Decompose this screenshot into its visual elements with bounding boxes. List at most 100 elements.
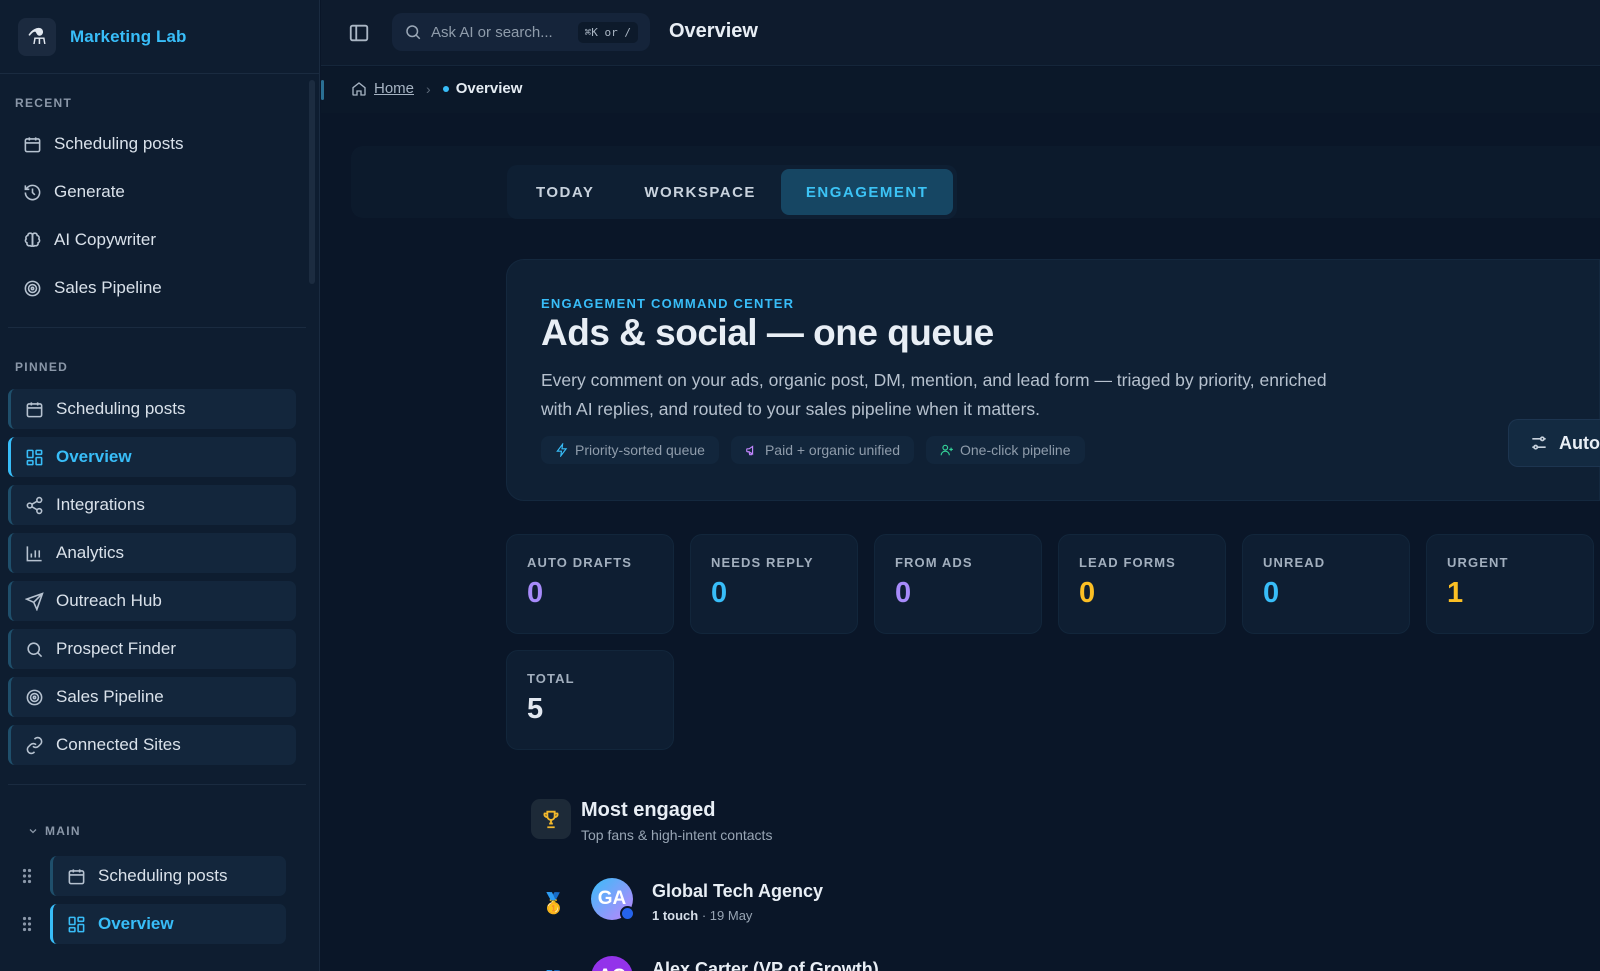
search-shortcut: ⌘K or / bbox=[577, 21, 638, 43]
main-item-label: Scheduling posts bbox=[98, 866, 228, 885]
sidebar-scrollbar[interactable] bbox=[309, 80, 315, 284]
stat-value: 0 bbox=[711, 577, 728, 609]
dashboard-icon bbox=[66, 914, 86, 934]
sliders-icon bbox=[1532, 436, 1546, 450]
contact-name: Alex Carter (VP of Growth) bbox=[652, 959, 879, 971]
brain-icon bbox=[22, 230, 42, 250]
hero-chips: Priority-sorted queue Paid + organic uni… bbox=[541, 436, 1085, 464]
recent-item-sales-pipeline[interactable]: Sales Pipeline bbox=[22, 268, 162, 308]
breadcrumb-accent bbox=[321, 80, 324, 100]
brand[interactable]: ⚗ Marketing Lab bbox=[0, 0, 319, 74]
stat-label: TOTAL bbox=[527, 671, 575, 686]
megaphone-icon bbox=[746, 445, 754, 456]
dashboard-icon bbox=[24, 447, 44, 467]
stat-label: AUTO DRAFTS bbox=[527, 555, 633, 570]
recent-item-generate[interactable]: Generate bbox=[22, 172, 125, 212]
sidebar-toggle-icon[interactable] bbox=[348, 22, 370, 44]
calendar-icon bbox=[22, 134, 42, 154]
stat-card-from-ads: FROM ADS 0 bbox=[874, 534, 1042, 634]
stat-value: 1 bbox=[1447, 577, 1464, 609]
breadcrumb-current: Overview bbox=[455, 80, 523, 97]
platform-badge-icon bbox=[620, 906, 635, 921]
main-group-title: MAIN bbox=[45, 824, 81, 838]
drag-handle-icon[interactable] bbox=[20, 914, 34, 934]
contact-name: Global Tech Agency bbox=[652, 881, 824, 901]
breadcrumb-home-link[interactable]: Home bbox=[374, 80, 414, 97]
main-group-toggle[interactable]: MAIN bbox=[27, 824, 81, 838]
stat-value: 0 bbox=[1263, 577, 1280, 609]
pinned-item-outreach-hub[interactable]: Outreach Hub bbox=[8, 581, 296, 621]
user-plus-icon bbox=[940, 444, 953, 456]
pinned-item-label: Overview bbox=[56, 447, 132, 466]
recent-item-label: Sales Pipeline bbox=[54, 278, 162, 297]
recent-item-scheduling-posts[interactable]: Scheduling posts bbox=[22, 124, 183, 164]
pinned-item-overview[interactable]: Overview bbox=[8, 437, 296, 477]
chip-one-click-pipeline: One-click pipeline bbox=[926, 436, 1085, 464]
main-item-label: Overview bbox=[98, 914, 174, 933]
main-item-scheduling-posts[interactable]: Scheduling posts bbox=[50, 856, 286, 896]
stat-card-total: TOTAL 5 bbox=[506, 650, 674, 750]
main-item-overview[interactable]: Overview bbox=[50, 904, 286, 944]
pinned-item-connected-sites[interactable]: Connected Sites bbox=[8, 725, 296, 765]
search-input[interactable]: Ask AI or search... ⌘K or / bbox=[392, 13, 650, 51]
hero-title: Ads & social — one queue bbox=[541, 312, 994, 353]
stat-label: URGENT bbox=[1447, 555, 1509, 570]
pinned-item-label: Scheduling posts bbox=[56, 399, 186, 418]
send-icon bbox=[24, 591, 44, 611]
search-icon bbox=[406, 25, 421, 40]
pinned-item-integrations[interactable]: Integrations bbox=[8, 485, 296, 525]
link-icon bbox=[24, 735, 44, 755]
target-icon bbox=[24, 687, 44, 707]
auto-settings-button[interactable]: Auto bbox=[1508, 419, 1600, 467]
avatar: AC bbox=[591, 956, 633, 971]
gold-medal-icon: 🥇 bbox=[541, 893, 566, 915]
stat-card-urgent: URGENT 1 bbox=[1426, 534, 1594, 634]
pinned-section-title: PINNED bbox=[15, 360, 69, 374]
chevron-down-icon bbox=[29, 829, 37, 834]
auto-button-label: Auto bbox=[1559, 432, 1600, 453]
tab-workspace[interactable]: WORKSPACE bbox=[619, 169, 781, 215]
drag-handle-icon[interactable] bbox=[20, 866, 34, 886]
tab-engagement[interactable]: ENGAGEMENT bbox=[780, 169, 954, 215]
chip-paid-organic: Paid + organic unified bbox=[730, 436, 914, 464]
stat-value: 0 bbox=[895, 577, 912, 609]
stat-card-unread: UNREAD 0 bbox=[1242, 534, 1410, 634]
topbar: Ask AI or search... ⌘K or / Overview bbox=[321, 0, 1600, 66]
pinned-item-label: Analytics bbox=[56, 543, 125, 562]
touch-count: 1 touch bbox=[652, 908, 699, 923]
pinned-item-analytics[interactable]: Analytics bbox=[8, 533, 296, 573]
stat-label: FROM ADS bbox=[895, 555, 973, 570]
search-icon bbox=[24, 639, 44, 659]
sidebar-divider bbox=[8, 784, 306, 785]
most-engaged-subtitle: Top fans & high-intent contacts bbox=[581, 827, 773, 843]
breadcrumb-separator: › bbox=[426, 80, 431, 97]
flask-icon: ⚗ bbox=[18, 17, 56, 56]
bar-chart-icon bbox=[24, 543, 44, 563]
stat-label: NEEDS REPLY bbox=[711, 555, 814, 570]
most-engaged-title: Most engaged bbox=[581, 799, 716, 821]
pinned-item-sales-pipeline[interactable]: Sales Pipeline bbox=[8, 677, 296, 717]
stat-card-needs-reply: NEEDS REPLY 0 bbox=[690, 534, 858, 634]
trophy-icon bbox=[531, 799, 571, 839]
tab-today[interactable]: TODAY bbox=[511, 169, 619, 215]
breadcrumb-bar: Home › Overview bbox=[321, 67, 1600, 113]
view-tabs: TODAY WORKSPACE ENGAGEMENT bbox=[507, 165, 957, 219]
stat-value: 0 bbox=[1079, 577, 1096, 609]
chip-label: Paid + organic unified bbox=[764, 442, 900, 458]
chip-priority-queue: Priority-sorted queue bbox=[541, 436, 719, 464]
home-icon bbox=[352, 81, 366, 96]
recent-item-label: Generate bbox=[54, 182, 125, 201]
chip-label: One-click pipeline bbox=[960, 442, 1071, 458]
engaged-contact-row[interactable]: 🥈 AC Alex Carter (VP of Growth) bbox=[531, 951, 1231, 971]
sidebar: ⚗ Marketing Lab RECENT Scheduling posts … bbox=[0, 0, 320, 971]
pinned-item-label: Outreach Hub bbox=[56, 591, 162, 610]
pinned-item-prospect-finder[interactable]: Prospect Finder bbox=[8, 629, 296, 669]
contact-meta: 1 touch · 19 May bbox=[652, 908, 752, 923]
recent-item-ai-copywriter[interactable]: AI Copywriter bbox=[22, 220, 156, 260]
recent-item-label: Scheduling posts bbox=[54, 134, 184, 153]
engagement-hero: ENGAGEMENT COMMAND CENTER Ads & social —… bbox=[506, 259, 1600, 501]
engaged-contact-row[interactable]: 🥇 GA Global Tech Agency 1 touch · 19 May bbox=[531, 873, 1231, 933]
breadcrumb-current-dot bbox=[442, 85, 449, 92]
pinned-item-scheduling-posts[interactable]: Scheduling posts bbox=[8, 389, 296, 429]
brand-name: Marketing Lab bbox=[70, 26, 187, 46]
